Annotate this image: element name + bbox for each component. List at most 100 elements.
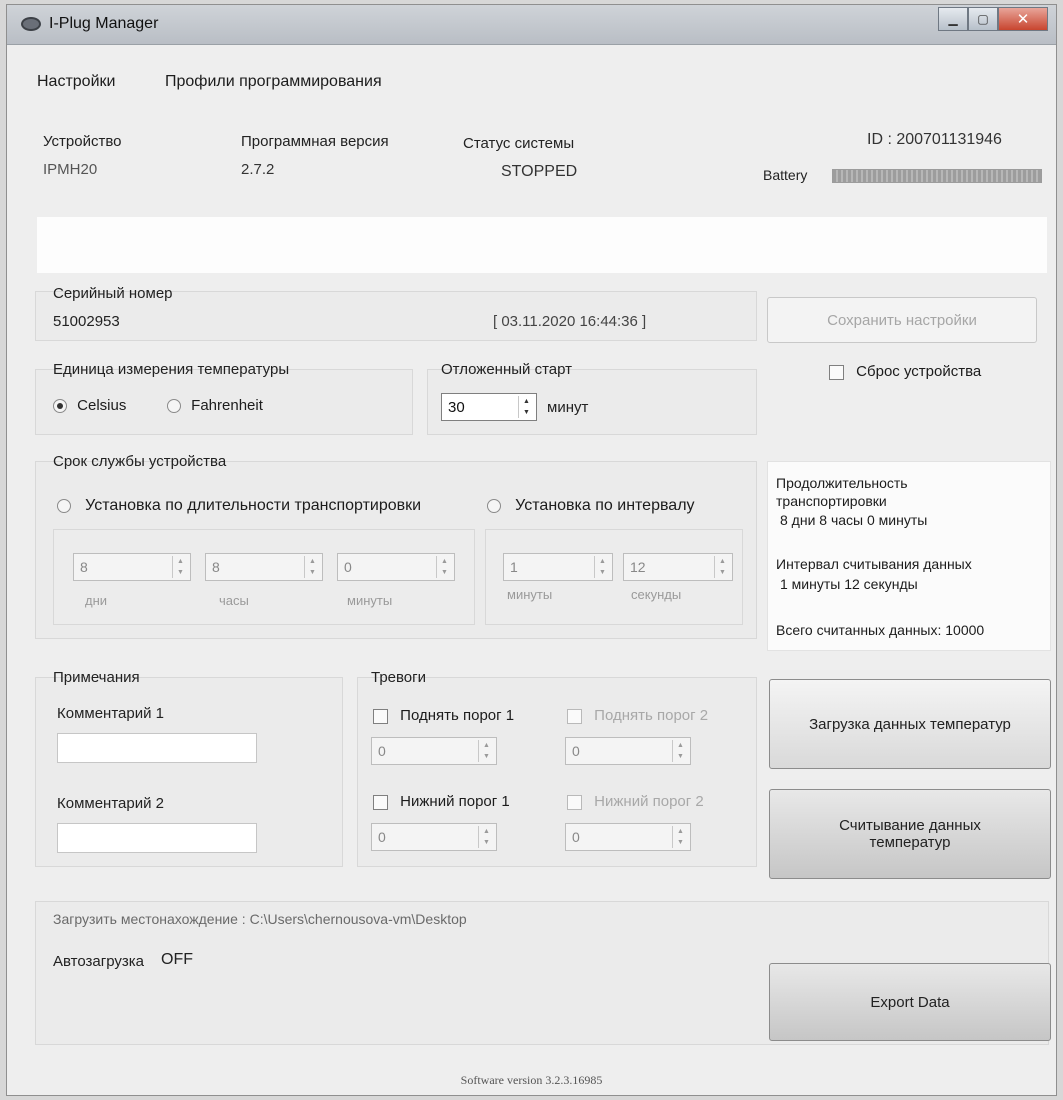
high1-checkbox-box[interactable] [373,708,388,724]
interval-minutes-label: минуты [507,587,553,602]
app-icon [21,17,41,31]
device-label: Устройство [43,133,122,150]
interval-seconds-value: 12 [630,559,646,575]
low2-label: Нижний порог 2 [594,793,704,810]
celsius-label: Celsius [77,397,127,414]
low2-checkbox[interactable]: Нижний порог 2 [567,793,704,810]
interval-minutes-value: 1 [510,559,518,575]
stepper-arrows[interactable]: ▲ ▼ [594,556,610,578]
stepper-arrows[interactable]: ▲ ▼ [672,826,688,848]
stepper-arrows[interactable]: ▲ ▼ [478,740,494,762]
high2-checkbox[interactable]: Поднять порог 2 [567,707,708,724]
load-temperature-button[interactable]: Загрузка данных температур [769,679,1051,769]
minutes-value: 0 [344,559,352,575]
low2-value: 0 [572,829,580,845]
low1-value: 0 [378,829,386,845]
interval-label: Установка по интервалу [515,497,695,514]
autoload-value: OFF [161,951,193,968]
device-id: ID : 200701131946 [867,131,1002,148]
delayed-start-stepper[interactable]: 30 ▲ ▼ [441,393,537,421]
notes-label: Примечания [53,669,140,686]
stepper-arrows[interactable]: ▲ ▼ [172,556,188,578]
battery-fill [833,170,1041,182]
fahrenheit-radio[interactable]: Fahrenheit [167,397,263,414]
temp-unit-label: Единица измерения температуры [53,361,290,378]
status-value: STOPPED [501,163,578,180]
hours-stepper[interactable]: 8 ▲ ▼ [205,553,323,581]
serial-timestamp: [ 03.11.2020 16:44:36 ] [493,313,647,330]
alarms-label: Тревоги [371,669,426,686]
menu-settings[interactable]: Настройки [37,73,115,91]
close-icon[interactable]: ✕ [998,7,1048,31]
high1-checkbox[interactable]: Поднять порог 1 [373,707,514,724]
fahrenheit-label: Fahrenheit [191,397,263,414]
serial-value: 51002953 [53,313,120,330]
stepper-arrows[interactable]: ▲ ▼ [436,556,452,578]
device-value: IPMH20 [43,161,98,178]
celsius-radio[interactable]: Celsius [53,397,126,414]
interval-radio[interactable]: Установка по интервалу [487,497,695,515]
save-settings-button[interactable]: Сохранить настройки [767,297,1037,343]
comment2-input[interactable] [57,823,257,853]
hours-label: часы [219,593,249,608]
stepper-arrows[interactable]: ▲ ▼ [518,396,534,418]
maximize-icon[interactable]: ▢ [968,7,998,31]
firmware-value: 2.7.2 [241,161,275,178]
interval-minutes-stepper[interactable]: 1 ▲ ▼ [503,553,613,581]
battery-bar [832,169,1042,183]
delayed-start-unit: минут [547,399,589,416]
comment1-label: Комментарий 1 [57,705,164,722]
menu-profiles[interactable]: Профили программирования [165,73,382,91]
low1-stepper[interactable]: 0 ▲ ▼ [371,823,497,851]
minimize-icon[interactable]: ▁ [938,7,968,31]
summary-panel: Продолжительность транспортировки 8 дни … [767,461,1051,651]
minutes-label: минуты [347,593,393,608]
low2-stepper[interactable]: 0 ▲ ▼ [565,823,691,851]
celsius-radio-dot[interactable] [53,399,67,414]
message-area [37,217,1047,273]
stepper-arrows[interactable]: ▲ ▼ [304,556,320,578]
app-window: I-Plug Manager ▁ ▢ ✕ Настройки Профили п… [6,4,1057,1096]
stepper-arrows[interactable]: ▲ ▼ [478,826,494,848]
export-data-button[interactable]: Export Data [769,963,1051,1041]
high1-value: 0 [378,743,386,759]
comment1-input[interactable] [57,733,257,763]
stepper-arrows[interactable]: ▲ ▼ [672,740,688,762]
read-temperature-button[interactable]: Считывание данных температур [769,789,1051,879]
low1-checkbox[interactable]: Нижний порог 1 [373,793,510,810]
low1-checkbox-box[interactable] [373,794,388,810]
hours-value: 8 [212,559,220,575]
interval-radio-dot[interactable] [487,499,501,514]
high2-checkbox-box[interactable] [567,708,582,724]
low2-checkbox-box[interactable] [567,794,582,810]
firmware-label: Программная версия [241,133,389,150]
menu-bar: Настройки Профили программирования [7,47,1056,90]
title-bar: I-Plug Manager ▁ ▢ ✕ [7,5,1056,45]
serial-label: Серийный номер [53,285,173,302]
high1-stepper[interactable]: 0 ▲ ▼ [371,737,497,765]
minutes-stepper[interactable]: 0 ▲ ▼ [337,553,455,581]
duration-radio-dot[interactable] [57,499,71,514]
duration-summary-value: 8 дни 8 часы 0 минуты [780,512,928,528]
reset-checkbox-box[interactable] [829,364,844,380]
days-stepper[interactable]: 8 ▲ ▼ [73,553,191,581]
high1-label: Поднять порог 1 [400,707,515,724]
low1-label: Нижний порог 1 [400,793,510,810]
status-label: Статус системы [463,135,575,152]
high2-stepper[interactable]: 0 ▲ ▼ [565,737,691,765]
window-title: I-Plug Manager [49,15,159,32]
comment2-label: Комментарий 2 [57,795,164,812]
delayed-start-value: 30 [448,399,465,416]
interval-seconds-label: секунды [631,587,682,602]
download-location: Загрузить местонахождение : C:\Users\che… [53,911,467,927]
reset-label: Сброс устройства [856,363,982,380]
fahrenheit-radio-dot[interactable] [167,399,181,414]
reset-device-checkbox[interactable]: Сброс устройства [829,363,981,380]
duration-summary-label: Продолжительность транспортировки [776,475,908,509]
interval-seconds-stepper[interactable]: 12 ▲ ▼ [623,553,733,581]
stepper-arrows[interactable]: ▲ ▼ [714,556,730,578]
high2-value: 0 [572,743,580,759]
duration-label: Установка по длительности транспортировк… [85,497,422,514]
interval-summary-value: 1 минуты 12 секунды [780,576,918,592]
duration-radio[interactable]: Установка по длительности транспортировк… [57,497,421,515]
